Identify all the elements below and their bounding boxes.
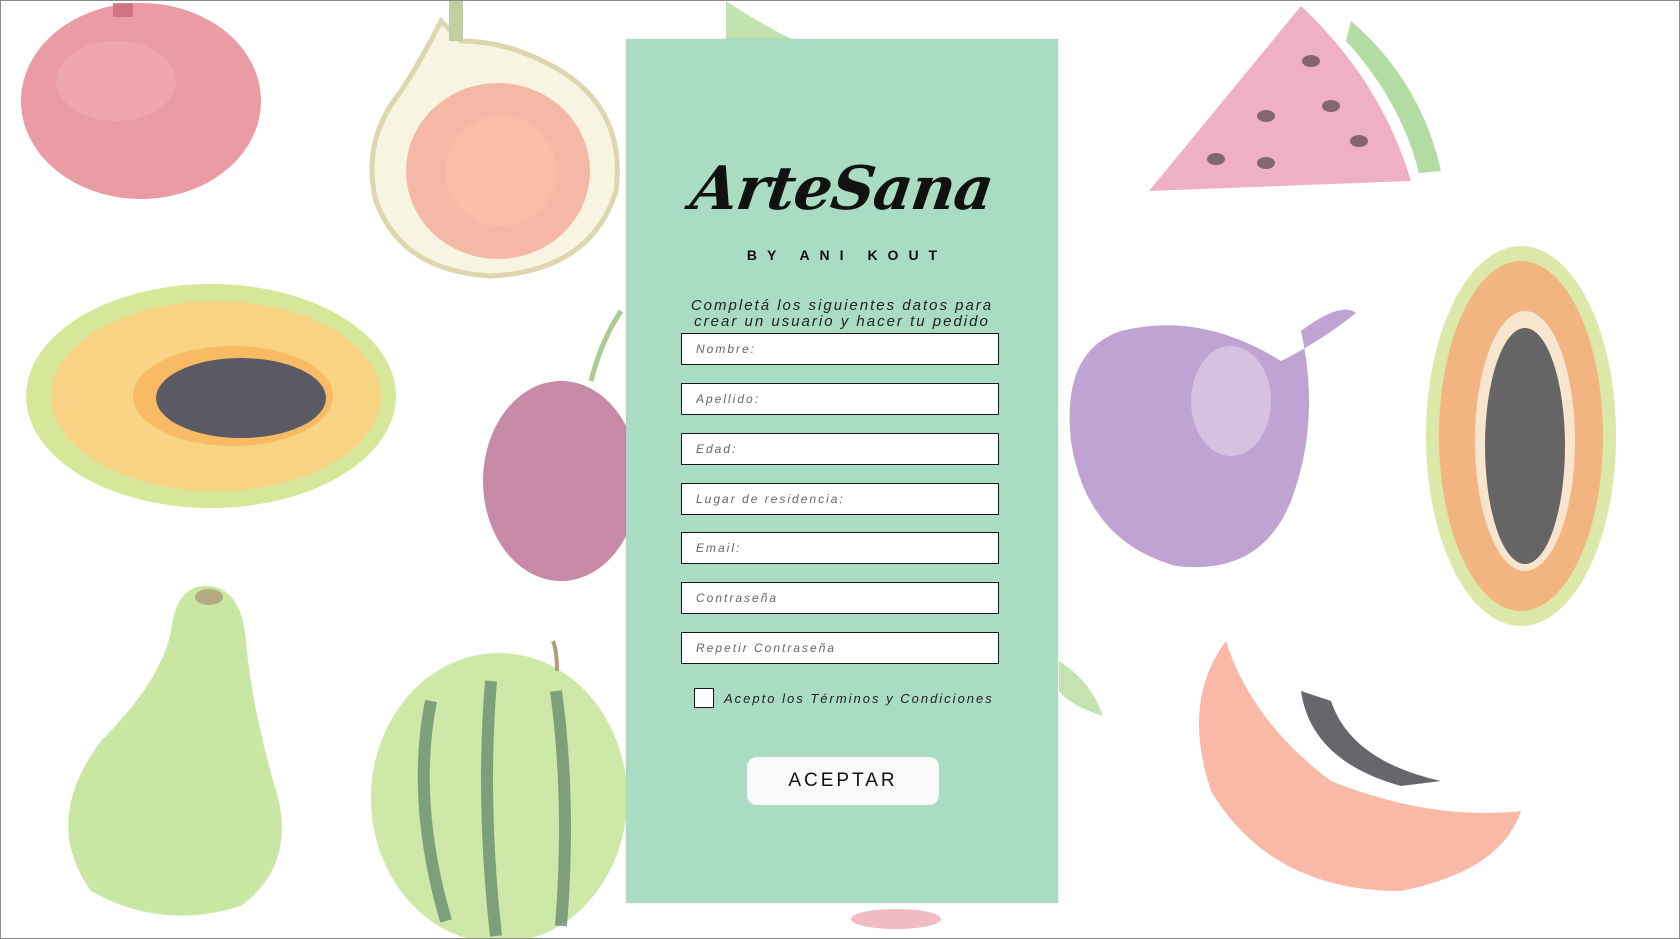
brand-byline: BY ANI KOUT bbox=[746, 247, 948, 263]
terms-label: Acepto los Términos y Condiciones bbox=[724, 690, 994, 706]
password-repeat-field[interactable] bbox=[681, 632, 999, 664]
terms-row[interactable]: Acepto los Términos y Condiciones bbox=[694, 687, 994, 709]
pomegranate-illustration bbox=[21, 3, 261, 199]
edad-field[interactable] bbox=[681, 433, 999, 465]
form-intro-text: Completá los siguientes datos para crear… bbox=[690, 297, 994, 330]
plum-illustration bbox=[483, 309, 639, 581]
pear-illustration bbox=[68, 586, 282, 916]
terms-checkbox[interactable] bbox=[694, 688, 714, 708]
accept-button[interactable]: ACEPTAR bbox=[747, 757, 939, 805]
fig-half-illustration bbox=[369, 1, 620, 279]
papaya-long-illustration bbox=[1426, 246, 1616, 626]
papaya-slice-illustration bbox=[1199, 641, 1521, 891]
papaya-half-illustration bbox=[26, 284, 396, 508]
residencia-field[interactable] bbox=[681, 483, 999, 515]
watermelon-illustration bbox=[371, 640, 627, 938]
fig-illustration bbox=[1069, 309, 1356, 568]
signup-panel: ArteSana BY ANI KOUT Completá los siguie… bbox=[626, 39, 1058, 903]
email-field[interactable] bbox=[681, 532, 999, 564]
page-frame: ArteSana BY ANI KOUT Completá los siguie… bbox=[0, 0, 1680, 939]
nombre-field[interactable] bbox=[681, 333, 999, 365]
apellido-field[interactable] bbox=[681, 383, 999, 415]
artesana-logo: ArteSana bbox=[686, 154, 998, 224]
password-field[interactable] bbox=[681, 582, 999, 614]
watermelon-slice-illustration bbox=[1149, 6, 1441, 191]
